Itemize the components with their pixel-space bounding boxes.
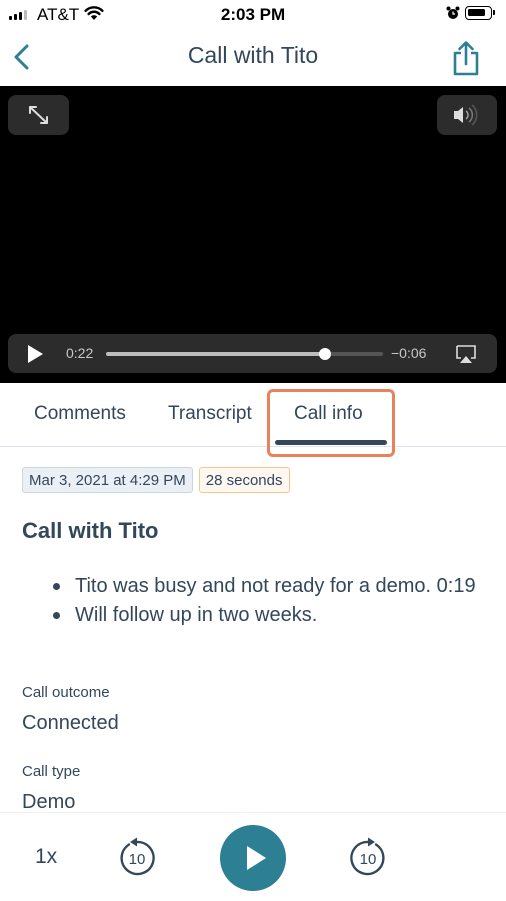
page-title: Call with Tito — [187, 42, 319, 68]
remaining-time: −0:06 — [391, 345, 427, 361]
share-button[interactable] — [450, 40, 482, 76]
clock: 2:03 PM — [220, 5, 286, 24]
playback-speed-button[interactable]: 1x — [35, 845, 57, 869]
call-outcome-label: Call outcome — [22, 684, 110, 701]
alarm-icon — [446, 6, 460, 19]
speaker-icon — [454, 104, 478, 126]
audio-player-bar: 1x 10 10 — [0, 812, 506, 901]
list-item: Tito was busy and not ready for a demo. … — [53, 572, 485, 601]
progress-fill — [106, 352, 325, 356]
play-icon — [247, 846, 266, 870]
tab-comments[interactable]: Comments — [34, 403, 126, 425]
elapsed-time: 0:22 — [66, 345, 94, 361]
volume-button[interactable] — [437, 95, 497, 135]
duration-badge: 28 seconds — [198, 467, 290, 493]
progress-knob[interactable] — [318, 348, 331, 360]
active-tab-indicator — [275, 440, 387, 445]
status-bar: AT&T 2:03 PM — [0, 0, 506, 30]
call-type-label: Call type — [22, 763, 81, 780]
expand-icon — [29, 106, 48, 124]
video-controls: 0:22 −0:06 — [8, 334, 497, 373]
call-notes: Tito was busy and not ready for a demo. … — [53, 572, 485, 630]
airplay-icon[interactable] — [455, 344, 477, 364]
battery-icon — [465, 6, 495, 20]
svg-text:10: 10 — [360, 851, 377, 868]
play-button[interactable] — [220, 825, 286, 891]
call-title: Call with Tito — [22, 518, 159, 543]
list-item: Will follow up in two weeks. — [53, 601, 485, 630]
rewind-10-button[interactable]: 10 — [116, 837, 158, 879]
call-type-value: Demo — [22, 791, 76, 813]
fullscreen-button[interactable] — [8, 95, 69, 135]
tab-highlight-box — [267, 389, 395, 457]
date-badge: Mar 3, 2021 at 4:29 PM — [22, 467, 193, 493]
nav-bar: Call with Tito — [0, 30, 506, 86]
play-icon[interactable] — [28, 345, 43, 363]
svg-text:10: 10 — [129, 851, 146, 868]
tab-transcript[interactable]: Transcript — [168, 403, 252, 425]
progress-slider[interactable] — [106, 348, 383, 360]
video-player[interactable]: 0:22 −0:06 — [0, 86, 506, 383]
forward-10-button[interactable]: 10 — [347, 837, 389, 879]
tab-bar: Comments Transcript Call info — [0, 383, 506, 457]
call-outcome-value: Connected — [22, 712, 119, 734]
call-meta: Mar 3, 2021 at 4:29 PM 28 seconds — [22, 467, 290, 493]
